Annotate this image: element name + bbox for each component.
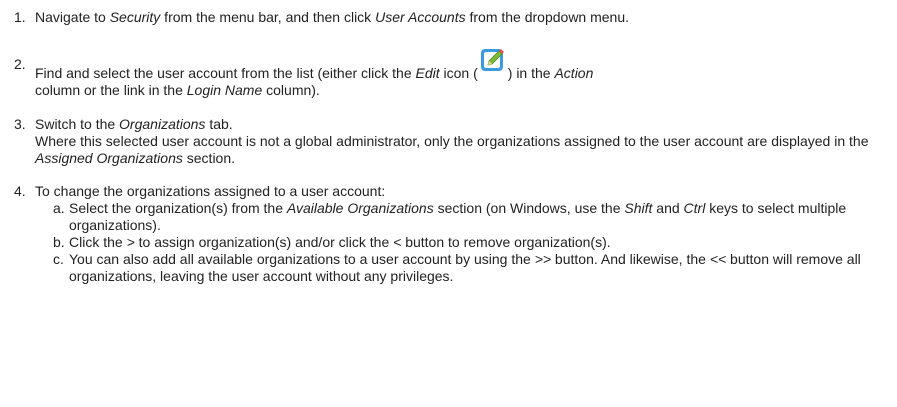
- text: Find and select the user account from th…: [35, 65, 416, 81]
- step-1: 1. Navigate to Security from the menu ba…: [14, 9, 897, 26]
- step-3: 3. Switch to the Organizations tab. Where…: [14, 116, 897, 167]
- edit-icon: [480, 46, 506, 72]
- assign-all-button-symbol: >>: [534, 251, 552, 267]
- step-text: Find and select the user account from th…: [35, 49, 897, 99]
- menu-user-accounts: User Accounts: [375, 9, 466, 25]
- text: Switch to the: [35, 116, 120, 132]
- step-text: To change the organizations assigned to …: [35, 183, 386, 199]
- substep-b: b. Click the > to assign organization(s)…: [53, 234, 897, 251]
- assigned-organizations-label: Assigned Organizations: [35, 150, 183, 166]
- action-column-label: Action: [554, 65, 594, 81]
- text: from the dropdown menu.: [465, 9, 630, 25]
- text: from the menu bar, and then click: [160, 9, 376, 25]
- shift-key-label: Shift: [624, 200, 653, 216]
- step-text: Switch to the Organizations tab. Where th…: [35, 116, 897, 167]
- text: tab.: [205, 116, 233, 132]
- substep-letter: a.: [53, 200, 65, 216]
- substep-c: c. You can also add all available organi…: [53, 251, 897, 285]
- substep-text: Click the > to assign organization(s) an…: [69, 234, 897, 251]
- substep-text: Select the organization(s) from the Avai…: [69, 200, 897, 234]
- available-organizations-label: Available Organizations: [286, 200, 434, 216]
- assign-button-symbol: >: [126, 234, 135, 250]
- step-4: 4. To change the organizations assigned …: [14, 183, 897, 200]
- substep-letter: c.: [53, 251, 64, 267]
- text: button. And likewise, the: [551, 251, 710, 267]
- substep-text: You can also add all available organizat…: [69, 251, 897, 285]
- text: column).: [262, 82, 320, 98]
- edit-label: Edit: [415, 65, 440, 81]
- organizations-tab-label: Organizations: [119, 116, 206, 132]
- login-name-label: Login Name: [186, 82, 263, 98]
- instruction-document: 1. Navigate to Security from the menu ba…: [0, 0, 897, 285]
- step-2: 2. Find and select the user account from…: [14, 49, 897, 99]
- text: Select the organization(s) from the: [69, 200, 287, 216]
- ctrl-key-label: Ctrl: [683, 200, 706, 216]
- text: Where this selected user account is not …: [35, 133, 869, 149]
- step-number: 1.: [14, 9, 26, 25]
- text: to assign organization(s) and/or click t…: [134, 234, 394, 250]
- text: Click the: [69, 234, 127, 250]
- text: Navigate to: [35, 9, 110, 25]
- text: and: [652, 200, 684, 216]
- text: ) in the: [507, 65, 555, 81]
- remove-all-button-symbol: <<: [709, 251, 727, 267]
- substep-letter: b.: [53, 234, 65, 250]
- text: You can also add all available organizat…: [69, 251, 535, 267]
- step-number: 3.: [14, 116, 26, 132]
- substep-a: a. Select the organization(s) from the A…: [53, 200, 897, 234]
- text: icon (: [439, 65, 478, 81]
- text: column or the link in the: [35, 82, 187, 98]
- text: button to remove organization(s).: [401, 234, 611, 250]
- menu-security: Security: [109, 9, 161, 25]
- step-text: Navigate to Security from the menu bar, …: [35, 9, 897, 26]
- text: section (on Windows, use the: [433, 200, 625, 216]
- step-number: 2.: [14, 56, 26, 72]
- text: section.: [182, 150, 236, 166]
- substeps: a. Select the organization(s) from the A…: [53, 200, 897, 285]
- step-number: 4.: [14, 183, 26, 199]
